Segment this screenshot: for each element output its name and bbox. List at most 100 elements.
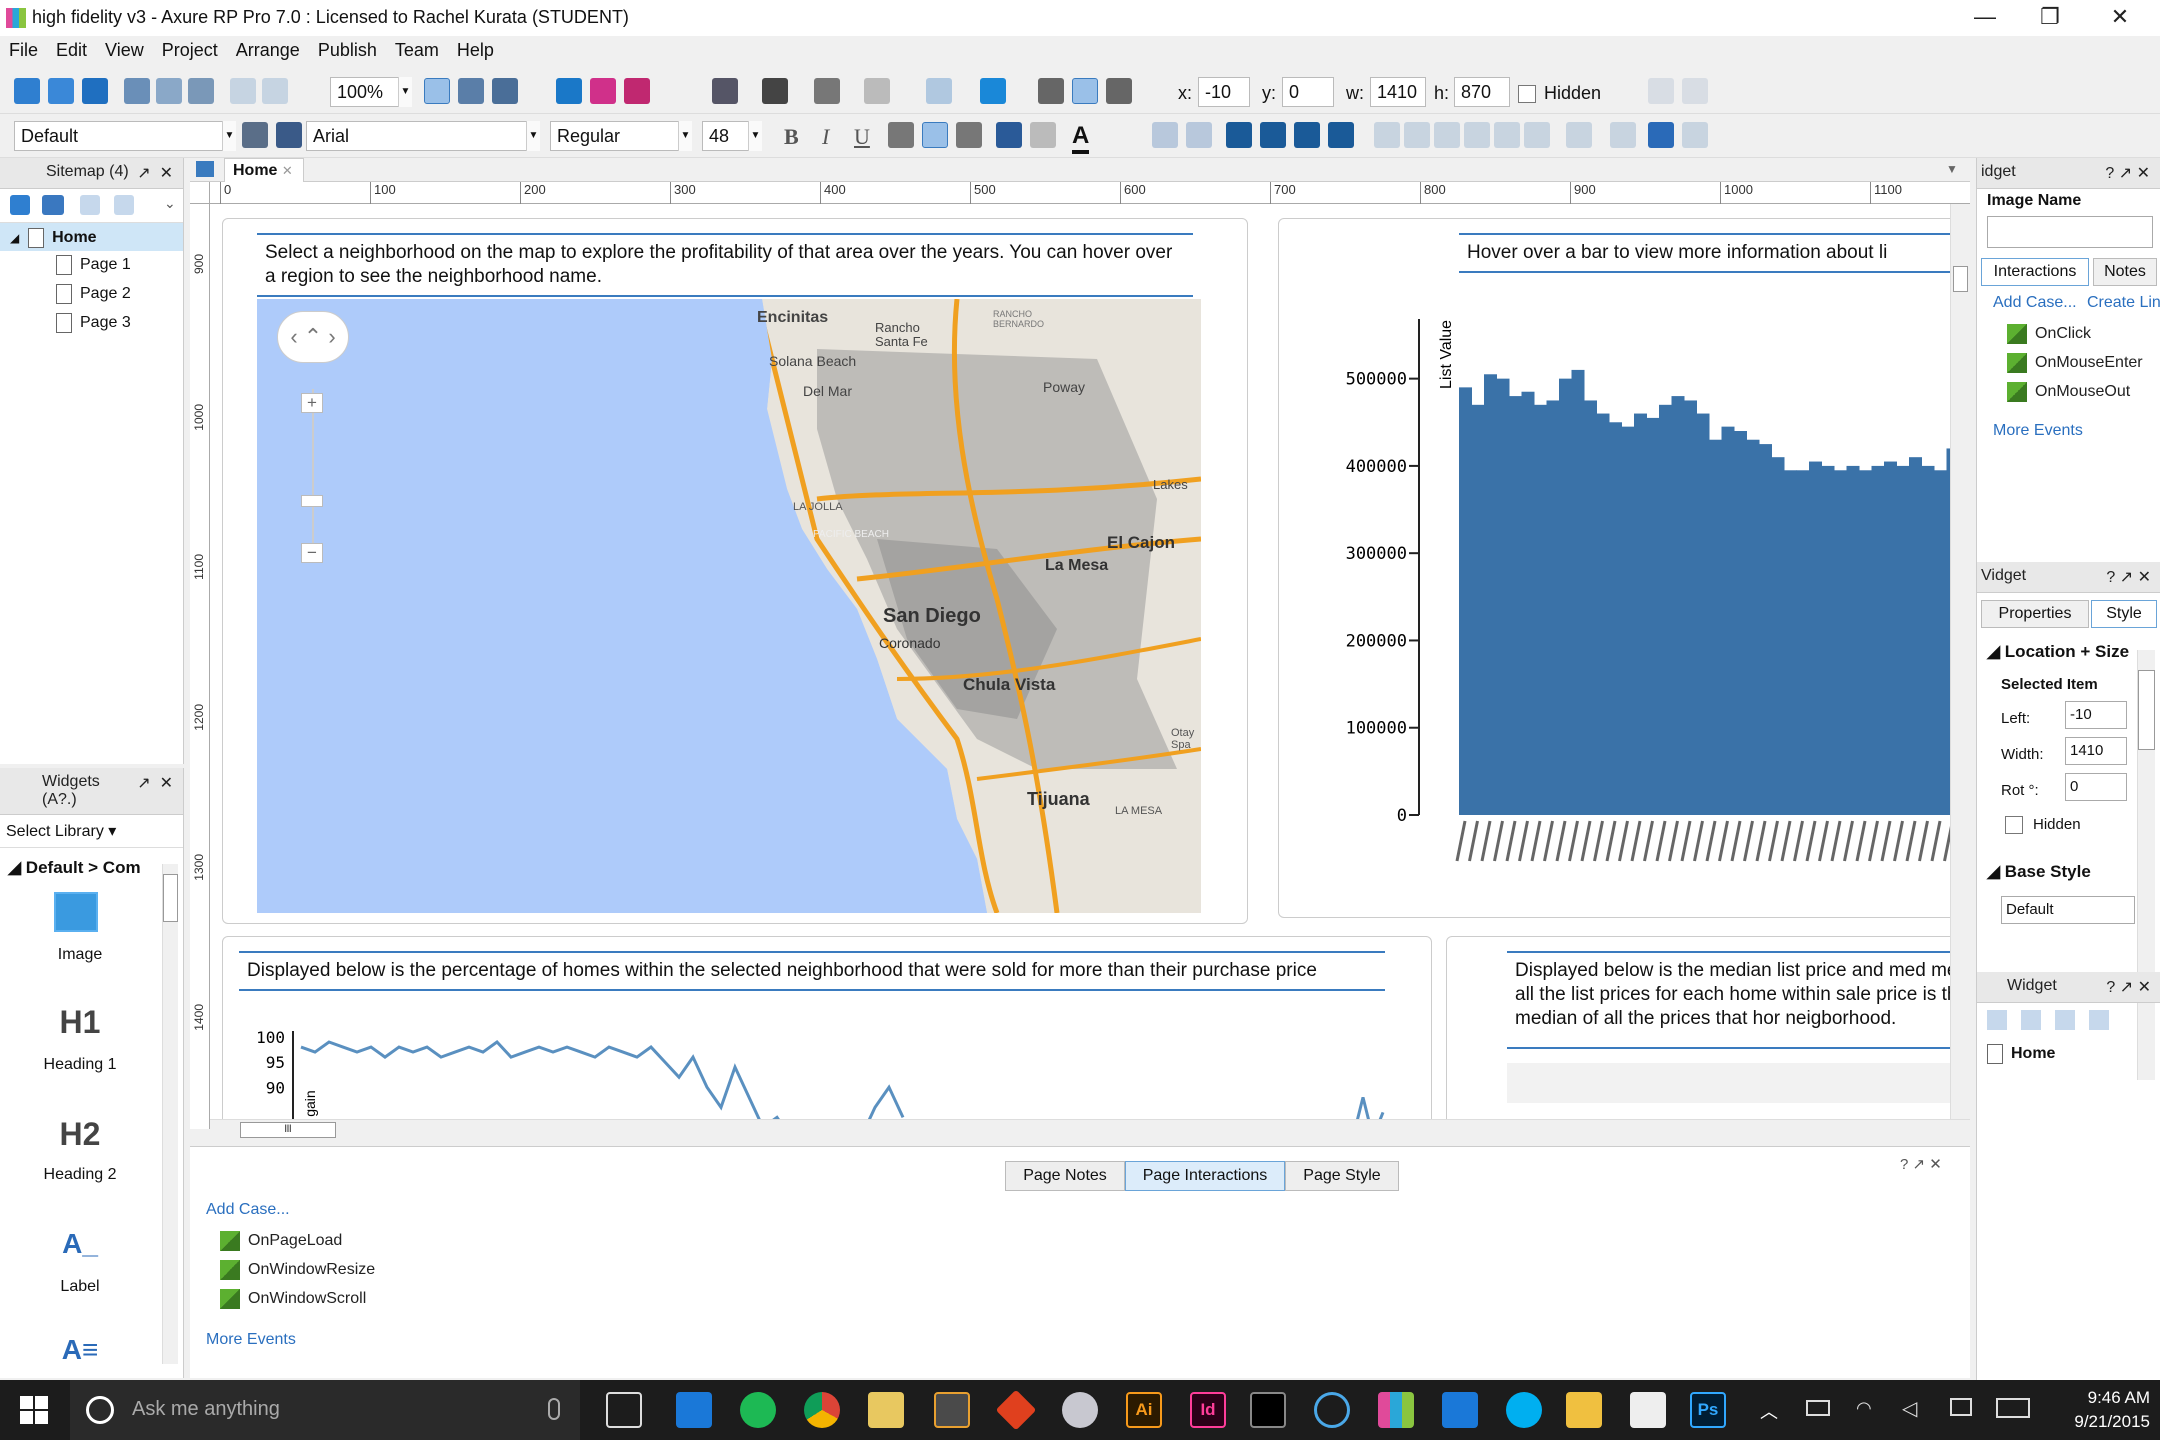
skype-icon[interactable] xyxy=(1506,1392,1542,1428)
h1-icon[interactable]: H1 xyxy=(20,1004,140,1041)
axure-taskbar-icon[interactable] xyxy=(1378,1392,1414,1428)
photoshop-icon[interactable]: Ps xyxy=(1690,1392,1726,1428)
menu-file[interactable]: File xyxy=(0,36,47,65)
zoom-select[interactable]: 100% xyxy=(330,77,400,107)
paragraph-icon[interactable]: A≡ xyxy=(20,1334,140,1366)
hidden-checkbox[interactable] xyxy=(2005,816,2023,834)
tab-notes[interactable]: Notes xyxy=(2093,258,2157,286)
map-pan-control[interactable]: ‹ ⌃ › xyxy=(277,311,349,363)
shadow-icon[interactable] xyxy=(980,78,1006,104)
image-icon[interactable] xyxy=(54,892,98,932)
align-objects-left-icon[interactable] xyxy=(1374,122,1400,148)
messenger-icon[interactable] xyxy=(1442,1392,1478,1428)
bar[interactable] xyxy=(1534,404,1547,815)
menu-project[interactable]: Project xyxy=(153,36,227,65)
percent-gain-line-chart[interactable]: 100 95 90 for gain xyxy=(223,1017,1433,1119)
panel-controls[interactable]: ? ↗ ✕ xyxy=(2106,567,2151,587)
close-icon[interactable]: ✕ xyxy=(160,775,173,792)
unlock-icon[interactable] xyxy=(1682,122,1708,148)
zoom-slider-handle[interactable] xyxy=(301,495,323,507)
illustrator-icon[interactable]: Ai xyxy=(1126,1392,1162,1428)
chevron-down-icon[interactable]: ▼ xyxy=(678,121,692,151)
bar[interactable] xyxy=(1871,465,1885,815)
menu-help[interactable]: Help xyxy=(448,36,503,65)
new-file-icon[interactable] xyxy=(14,78,40,104)
bar[interactable] xyxy=(1584,400,1597,815)
line-style-icon[interactable] xyxy=(814,78,840,104)
add-case-link[interactable]: Add Case... xyxy=(206,1201,290,1219)
restore-button[interactable]: ❐ xyxy=(2020,0,2080,36)
label-icon[interactable]: A_ xyxy=(20,1228,140,1260)
bar[interactable] xyxy=(1521,391,1535,815)
bar[interactable] xyxy=(1834,470,1847,815)
git-icon[interactable] xyxy=(995,1389,1037,1431)
move-up-icon[interactable] xyxy=(2055,1010,2075,1030)
add-page-icon[interactable] xyxy=(10,195,30,215)
event-onpageload[interactable]: OnPageLoad xyxy=(220,1231,342,1251)
preview-icon[interactable] xyxy=(556,78,582,104)
bar[interactable] xyxy=(1784,470,1797,815)
send-back-icon[interactable] xyxy=(1328,122,1354,148)
bar[interactable] xyxy=(1821,465,1835,815)
wifi-icon[interactable]: ◠ xyxy=(1856,1398,1872,1419)
lock-icon[interactable] xyxy=(1648,122,1674,148)
bar[interactable] xyxy=(1696,413,1710,815)
indesign-icon[interactable]: Id xyxy=(1190,1392,1226,1428)
chrome-icon[interactable] xyxy=(804,1392,840,1428)
photos-icon[interactable] xyxy=(1630,1392,1666,1428)
close-window-button[interactable]: ✕ xyxy=(2090,0,2150,36)
connector-pointer-icon[interactable] xyxy=(458,78,484,104)
rotation-input[interactable]: 0 xyxy=(2065,773,2127,801)
file-explorer-alt-icon[interactable] xyxy=(868,1392,904,1428)
bar[interactable] xyxy=(1796,470,1810,815)
event-onmouseout[interactable]: OnMouseOut xyxy=(2007,382,2130,402)
bar[interactable] xyxy=(1859,470,1872,815)
more-events-link[interactable]: More Events xyxy=(1993,422,2083,440)
align-middle-icon[interactable] xyxy=(1072,78,1098,104)
panel-controls[interactable]: ? ↗ ✕ xyxy=(2106,977,2151,997)
event-onclick[interactable]: OnClick xyxy=(2007,324,2091,344)
group-icon[interactable] xyxy=(1648,78,1674,104)
bar[interactable] xyxy=(1921,465,1935,815)
undo-icon[interactable] xyxy=(230,78,256,104)
tab-interactions[interactable]: Interactions xyxy=(1981,258,2089,286)
bar[interactable] xyxy=(1846,465,1860,815)
bar[interactable] xyxy=(1646,417,1660,815)
line-weight-icon[interactable] xyxy=(762,78,788,104)
align-objects-center-icon[interactable] xyxy=(1404,122,1430,148)
chevron-down-icon[interactable]: ▼ xyxy=(398,77,412,107)
chevron-down-icon[interactable]: ▼ xyxy=(526,121,540,151)
panel-controls[interactable]: ? ↗ ✕ xyxy=(2105,163,2150,183)
filter-icon[interactable] xyxy=(1987,1010,2007,1030)
canvas-vertical-scrollbar[interactable] xyxy=(1950,204,1970,1119)
left-input[interactable]: -10 xyxy=(2065,701,2127,729)
bar[interactable] xyxy=(1571,369,1585,815)
chevron-up-icon[interactable]: ︿ xyxy=(1760,1398,1778,1424)
height-input[interactable]: 870 xyxy=(1454,77,1510,107)
bring-forward-icon[interactable] xyxy=(1226,122,1252,148)
open-folder-icon[interactable] xyxy=(48,78,74,104)
bar[interactable] xyxy=(1809,461,1822,815)
battery-icon[interactable] xyxy=(1806,1400,1830,1416)
bar[interactable] xyxy=(1709,439,1722,815)
edge-icon[interactable] xyxy=(676,1392,712,1428)
y-input[interactable]: 0 xyxy=(1282,77,1334,107)
widget-category[interactable]: ◢ Default > Com xyxy=(0,848,183,888)
bring-front-icon[interactable] xyxy=(1294,122,1320,148)
event-onmouseenter[interactable]: OnMouseEnter xyxy=(2007,353,2143,373)
distribute-v-icon[interactable] xyxy=(1610,122,1636,148)
bar[interactable] xyxy=(1659,404,1672,815)
design-canvas[interactable]: Select a neighborhood on the map to expl… xyxy=(210,204,1950,1119)
bar[interactable] xyxy=(1596,413,1610,815)
bar[interactable] xyxy=(1484,374,1497,815)
bar[interactable] xyxy=(1934,470,1947,815)
clock-date[interactable]: 9/21/2015 xyxy=(2060,1412,2150,1432)
fill-color-icon[interactable] xyxy=(926,78,952,104)
align-bottom-icon[interactable] xyxy=(1106,78,1132,104)
chat-icon[interactable] xyxy=(1314,1392,1350,1428)
minimize-button[interactable]: — xyxy=(1955,0,2015,36)
outline-item-home[interactable]: Home xyxy=(1987,1044,2055,1064)
distribute-icon[interactable] xyxy=(1186,122,1212,148)
sitemap-item-home[interactable]: ◢ Home xyxy=(0,223,183,251)
x-input[interactable]: -10 xyxy=(1198,77,1250,107)
